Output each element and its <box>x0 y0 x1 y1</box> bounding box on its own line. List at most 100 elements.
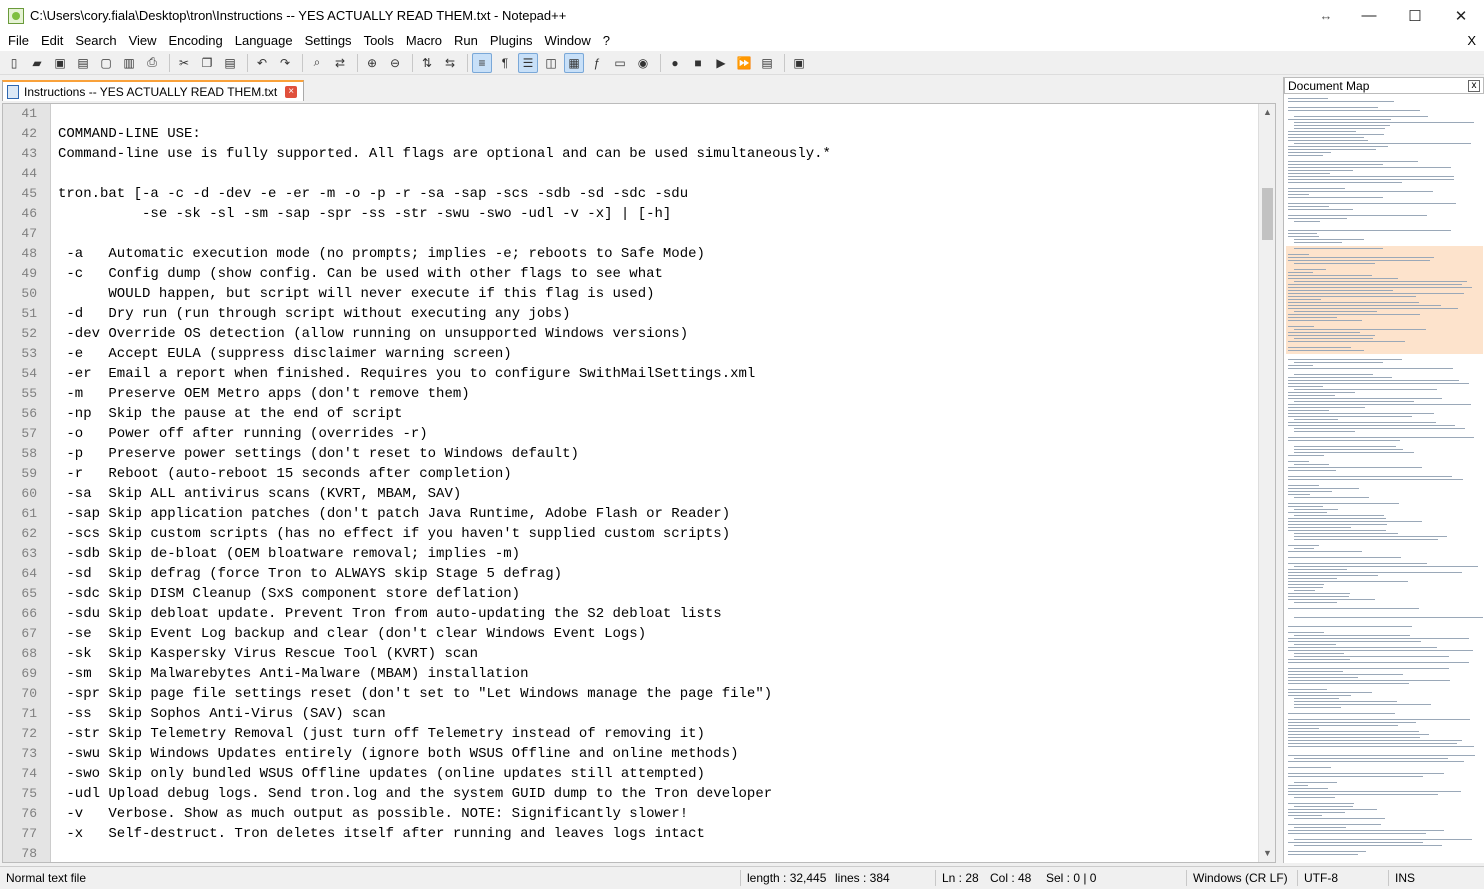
cut-icon[interactable]: ✂ <box>174 53 194 73</box>
editor-line[interactable]: 67 -se Skip Event Log backup and clear (… <box>3 624 1259 644</box>
editor-line[interactable]: 68 -sk Skip Kaspersky Virus Rescue Tool … <box>3 644 1259 664</box>
document-map-line <box>1288 341 1405 342</box>
folder-workspace-icon[interactable]: ▭ <box>610 53 630 73</box>
editor-line[interactable]: 63 -sdb Skip de-bloat (OEM bloatware rem… <box>3 544 1259 564</box>
editor-line[interactable]: 49 -c Config dump (show config. Can be u… <box>3 264 1259 284</box>
sync-vertical-icon[interactable]: ⇅ <box>417 53 437 73</box>
redo-icon[interactable]: ↷ <box>275 53 295 73</box>
editor-line[interactable]: 71 -ss Skip Sophos Anti-Virus (SAV) scan <box>3 704 1259 724</box>
editor-line[interactable]: 76 -v Verbose. Show as much output as po… <box>3 804 1259 824</box>
open-file-icon[interactable]: ▰ <box>27 53 47 73</box>
close-icon[interactable]: ▢ <box>96 53 116 73</box>
editor-line[interactable]: 60 -sa Skip ALL antivirus scans (KVRT, M… <box>3 484 1259 504</box>
minimize-button[interactable]: — <box>1346 0 1392 31</box>
editor-line[interactable]: 72 -str Skip Telemetry Removal (just tur… <box>3 724 1259 744</box>
menu-view[interactable]: View <box>123 31 163 51</box>
editor-line[interactable]: 78 <box>3 844 1259 862</box>
editor-line[interactable]: 58 -p Preserve power settings (don't res… <box>3 444 1259 464</box>
editor-line[interactable]: 61 -sap Skip application patches (don't … <box>3 504 1259 524</box>
editor-line[interactable]: 59 -r Reboot (auto-reboot 15 seconds aft… <box>3 464 1259 484</box>
zoom-in-icon[interactable]: ⊕ <box>362 53 382 73</box>
sync-horizontal-icon[interactable]: ⇆ <box>440 53 460 73</box>
tab-close-icon[interactable]: × <box>285 85 298 98</box>
menu-edit[interactable]: Edit <box>35 31 69 51</box>
paste-icon[interactable]: ▤ <box>220 53 240 73</box>
editor-line[interactable]: 77 -x Self-destruct. Tron deletes itself… <box>3 824 1259 844</box>
editor-line[interactable]: 44 <box>3 164 1259 184</box>
launch-browser-icon[interactable]: ▣ <box>789 53 809 73</box>
close-document-button[interactable]: X <box>1467 31 1476 51</box>
document-map-line <box>1294 452 1414 453</box>
document-map-icon[interactable]: ▦ <box>564 52 584 73</box>
menu-encoding[interactable]: Encoding <box>163 31 229 51</box>
document-tab[interactable]: Instructions -- YES ACTUALLY READ THEM.t… <box>2 80 305 101</box>
resize-arrows-icon[interactable]: ↔ <box>1306 8 1346 23</box>
save-icon[interactable]: ▣ <box>50 53 70 73</box>
undo-icon[interactable]: ↶ <box>252 53 272 73</box>
editor-line[interactable]: 42 COMMAND-LINE USE: <box>3 124 1259 144</box>
editor-line[interactable]: 50 WOULD happen, but script will never e… <box>3 284 1259 304</box>
editor-line[interactable]: 52 -dev Override OS detection (allow run… <box>3 324 1259 344</box>
editor-line[interactable]: 62 -scs Skip custom scripts (has no effe… <box>3 524 1259 544</box>
menu-file[interactable]: File <box>2 31 35 51</box>
find-icon[interactable]: ⌕ <box>307 53 327 73</box>
menu-search[interactable]: Search <box>69 31 122 51</box>
stop-record-icon[interactable]: ■ <box>688 53 708 73</box>
scroll-down-icon[interactable]: ▼ <box>1259 845 1275 862</box>
print-icon[interactable]: ⎙ <box>142 53 162 73</box>
menu-language[interactable]: Language <box>229 31 299 51</box>
menu-window[interactable]: Window <box>539 31 597 51</box>
editor-line[interactable]: 69 -sm Skip Malwarebytes Anti-Malware (M… <box>3 664 1259 684</box>
menu-tools[interactable]: Tools <box>358 31 400 51</box>
editor-line[interactable]: 70 -spr Skip page file settings reset (d… <box>3 684 1259 704</box>
close-all-icon[interactable]: ▥ <box>119 53 139 73</box>
editor-line[interactable]: 41 <box>3 104 1259 124</box>
save-macro-icon[interactable]: ▤ <box>757 53 777 73</box>
replace-icon[interactable]: ⇄ <box>330 53 350 73</box>
document-map-close-icon[interactable]: x <box>1468 79 1480 92</box>
indent-guide-icon[interactable]: ☰ <box>518 52 538 73</box>
monitoring-icon[interactable]: ◉ <box>633 53 653 73</box>
editor-line[interactable]: 43 Command-line use is fully supported. A… <box>3 144 1259 164</box>
editor-line[interactable]: 51 -d Dry run (run through script withou… <box>3 304 1259 324</box>
playback-macro-icon[interactable]: ▶ <box>711 53 731 73</box>
maximize-button[interactable]: ☐ <box>1392 0 1438 31</box>
word-wrap-icon[interactable]: ≡ <box>472 52 492 73</box>
editor-line[interactable]: 75 -udl Upload debug logs. Send tron.log… <box>3 784 1259 804</box>
record-macro-icon[interactable]: ● <box>665 53 685 73</box>
language-udl-icon[interactable]: ◫ <box>541 53 561 73</box>
function-list-icon[interactable]: ƒ <box>587 53 607 73</box>
new-file-icon[interactable]: ▯ <box>4 53 24 73</box>
menu-settings[interactable]: Settings <box>299 31 358 51</box>
copy-icon[interactable]: ❐ <box>197 53 217 73</box>
scroll-up-icon[interactable]: ▲ <box>1259 104 1275 121</box>
editor-line[interactable]: 66 -sdu Skip debloat update. Prevent Tro… <box>3 604 1259 624</box>
editor-line[interactable]: 55 -m Preserve OEM Metro apps (don't rem… <box>3 384 1259 404</box>
editor-line[interactable]: 64 -sd Skip defrag (force Tron to ALWAYS… <box>3 564 1259 584</box>
document-map-line <box>1288 719 1470 720</box>
vertical-scrollbar[interactable]: ▲ ▼ <box>1258 104 1275 862</box>
editor-line[interactable]: 53 -e Accept EULA (suppress disclaimer w… <box>3 344 1259 364</box>
run-macro-multiple-icon[interactable]: ⏩ <box>734 53 754 73</box>
document-map-preview[interactable] <box>1286 96 1483 861</box>
editor-line[interactable]: 47 <box>3 224 1259 244</box>
editor-line[interactable]: 57 -o Power off after running (overrides… <box>3 424 1259 444</box>
editor-line[interactable]: 54 -er Email a report when finished. Req… <box>3 364 1259 384</box>
show-all-chars-icon[interactable]: ¶ <box>495 53 515 73</box>
editor-line[interactable]: 56 -np Skip the pause at the end of scri… <box>3 404 1259 424</box>
save-all-icon[interactable]: ▤ <box>73 53 93 73</box>
editor-line[interactable]: 74 -swo Skip only bundled WSUS Offline u… <box>3 764 1259 784</box>
editor-line[interactable]: 46 -se -sk -sl -sm -sap -spr -ss -str -s… <box>3 204 1259 224</box>
menu-plugins[interactable]: Plugins <box>484 31 539 51</box>
editor-line[interactable]: 45 tron.bat [-a -c -d -dev -e -er -m -o -… <box>3 184 1259 204</box>
scrollbar-thumb[interactable] <box>1262 188 1273 240</box>
zoom-out-icon[interactable]: ⊖ <box>385 53 405 73</box>
menu-run[interactable]: Run <box>448 31 484 51</box>
editor-line[interactable]: 48 -a Automatic execution mode (no promp… <box>3 244 1259 264</box>
menu-macro[interactable]: Macro <box>400 31 448 51</box>
close-button[interactable]: ✕ <box>1438 0 1484 31</box>
editor-line[interactable]: 73 -swu Skip Windows Updates entirely (i… <box>3 744 1259 764</box>
text-editor[interactable]: 41 42 COMMAND-LINE USE: 43 Command-line use … <box>2 103 1276 863</box>
editor-line[interactable]: 65 -sdc Skip DISM Cleanup (SxS component… <box>3 584 1259 604</box>
menu-help[interactable]: ? <box>597 31 616 51</box>
